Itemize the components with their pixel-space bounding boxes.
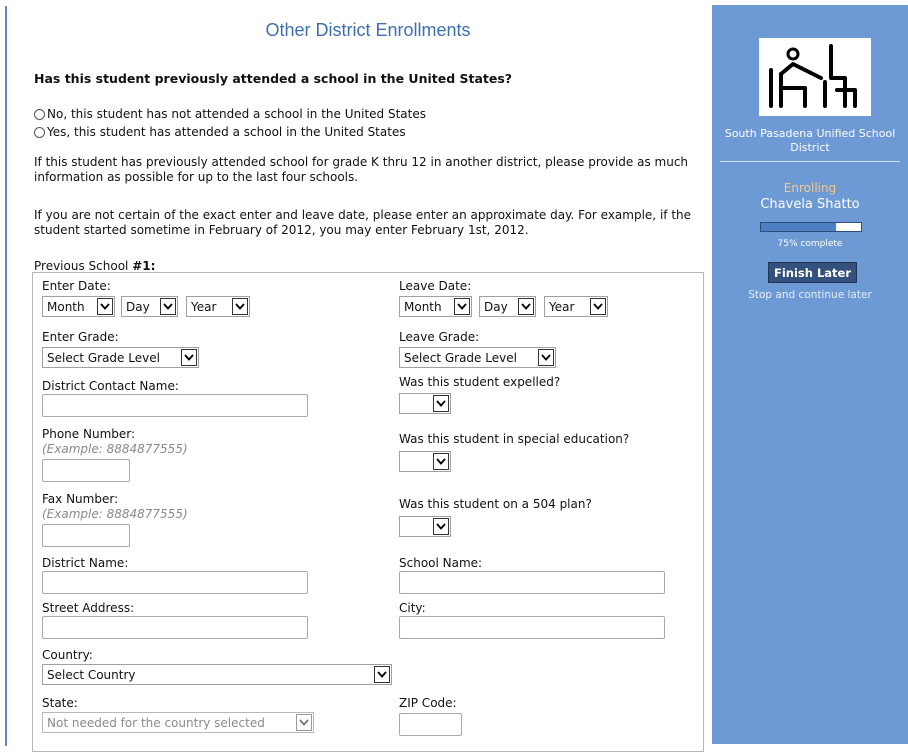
left-border-rule xyxy=(5,6,7,746)
page-title: Other District Enrollments xyxy=(265,20,471,40)
city-input[interactable] xyxy=(399,616,665,639)
leave-day-value: Day xyxy=(484,299,508,314)
enrollment-status: Enrolling xyxy=(783,181,837,195)
previous-school-prefix: Previous School xyxy=(34,259,133,273)
zip-code-input[interactable] xyxy=(399,713,462,736)
special-ed-label: Was this student in special education? xyxy=(399,432,630,446)
radio-not-attended-label: No, this student has not attended a scho… xyxy=(47,107,426,121)
enter-grade-select[interactable]: Select Grade Level xyxy=(42,347,199,368)
country-value: Select Country xyxy=(47,667,136,682)
phone-label: Phone Number: xyxy=(42,427,136,441)
fax-hint: (Example: 8884877555) xyxy=(42,507,188,521)
leave-month-value: Month xyxy=(404,299,442,314)
district-name-label: District Name: xyxy=(42,556,129,570)
enrollment-sidebar: South Pasadena Unified School District E… xyxy=(712,5,908,744)
finish-later-caption: Stop and continue later xyxy=(748,289,872,301)
district-name-input[interactable] xyxy=(42,571,308,594)
radio-attended[interactable]: Yes, this student has attended a school … xyxy=(34,125,406,139)
previous-school-heading: Previous School #1: xyxy=(34,259,155,273)
chevron-down-icon xyxy=(296,714,312,731)
chevron-down-icon xyxy=(518,298,534,315)
expelled-label: Was this student expelled? xyxy=(399,375,561,389)
chevron-down-icon xyxy=(97,298,113,315)
chevron-down-icon xyxy=(590,298,606,315)
sidebar-divider xyxy=(720,161,900,162)
finish-later-button[interactable]: Finish Later xyxy=(768,262,857,283)
state-select[interactable]: Not needed for the country selected xyxy=(42,712,314,733)
plan-504-label: Was this student on a 504 plan? xyxy=(399,497,592,511)
enter-day-value: Day xyxy=(126,299,150,314)
leave-year-select[interactable]: Year xyxy=(544,296,608,317)
previous-school-form: Enter Date: Month Day Year Enter Grade: … xyxy=(32,272,704,752)
fax-input[interactable] xyxy=(42,524,130,547)
school-name-input[interactable] xyxy=(399,571,665,594)
main-content: Other District Enrollments Has this stud… xyxy=(28,0,708,752)
progress-bar-fill xyxy=(761,223,836,231)
phone-hint: (Example: 8884877555) xyxy=(42,442,188,456)
radio-attended-label: Yes, this student has attended a school … xyxy=(47,125,406,139)
district-logo xyxy=(759,38,871,116)
student-at-desk-icon xyxy=(769,44,857,108)
country-label: Country: xyxy=(42,648,93,662)
enter-year-value: Year xyxy=(191,299,217,314)
plan-504-select[interactable] xyxy=(399,516,451,537)
chevron-down-icon xyxy=(454,298,470,315)
leave-grade-select[interactable]: Select Grade Level xyxy=(399,347,556,368)
chevron-down-icon xyxy=(374,666,390,683)
street-address-input[interactable] xyxy=(42,616,308,639)
fax-label: Fax Number: xyxy=(42,492,119,506)
enter-day-select[interactable]: Day xyxy=(121,296,178,317)
info-paragraph-schools: If this student has previously attended … xyxy=(34,155,689,184)
district-contact-input[interactable] xyxy=(42,394,308,417)
leave-date-label: Leave Date: xyxy=(399,279,472,293)
leave-month-select[interactable]: Month xyxy=(399,296,472,317)
leave-grade-value: Select Grade Level xyxy=(404,350,517,365)
attendance-question: Has this student previously attended a s… xyxy=(34,71,513,86)
district-name: South Pasadena Unified School District xyxy=(724,127,896,154)
state-value: Not needed for the country selected xyxy=(47,715,265,730)
enter-month-value: Month xyxy=(47,299,85,314)
progress-bar xyxy=(760,222,862,232)
chevron-down-icon xyxy=(433,395,449,412)
special-ed-select[interactable] xyxy=(399,451,451,472)
chevron-down-icon xyxy=(181,349,197,366)
country-select[interactable]: Select Country xyxy=(42,664,392,685)
leave-year-value: Year xyxy=(549,299,575,314)
previous-school-number: #1: xyxy=(132,259,156,273)
radio-circle[interactable] xyxy=(34,108,45,120)
progress-text: 75% complete xyxy=(777,239,843,249)
school-name-label: School Name: xyxy=(399,556,483,570)
enter-grade-value: Select Grade Level xyxy=(47,350,160,365)
leave-day-select[interactable]: Day xyxy=(479,296,536,317)
city-label: City: xyxy=(399,601,426,615)
zip-code-label: ZIP Code: xyxy=(399,696,457,710)
enter-month-select[interactable]: Month xyxy=(42,296,115,317)
expelled-select[interactable] xyxy=(399,393,451,414)
info-paragraph-dates: If you are not certain of the exact ente… xyxy=(34,208,692,237)
chevron-down-icon xyxy=(538,349,554,366)
state-label: State: xyxy=(42,696,78,710)
radio-circle[interactable] xyxy=(34,126,45,138)
street-address-label: Street Address: xyxy=(42,601,135,615)
leave-grade-label: Leave Grade: xyxy=(399,330,480,344)
chevron-down-icon xyxy=(160,298,176,315)
enter-grade-label: Enter Grade: xyxy=(42,330,119,344)
phone-input[interactable] xyxy=(42,459,130,482)
student-name: Chavela Shatto xyxy=(760,197,860,212)
chevron-down-icon xyxy=(433,453,449,470)
chevron-down-icon xyxy=(232,298,248,315)
chevron-down-icon xyxy=(433,518,449,535)
district-contact-label: District Contact Name: xyxy=(42,379,179,393)
enter-date-label: Enter Date: xyxy=(42,279,111,293)
enter-year-select[interactable]: Year xyxy=(186,296,250,317)
radio-not-attended[interactable]: No, this student has not attended a scho… xyxy=(34,107,426,121)
